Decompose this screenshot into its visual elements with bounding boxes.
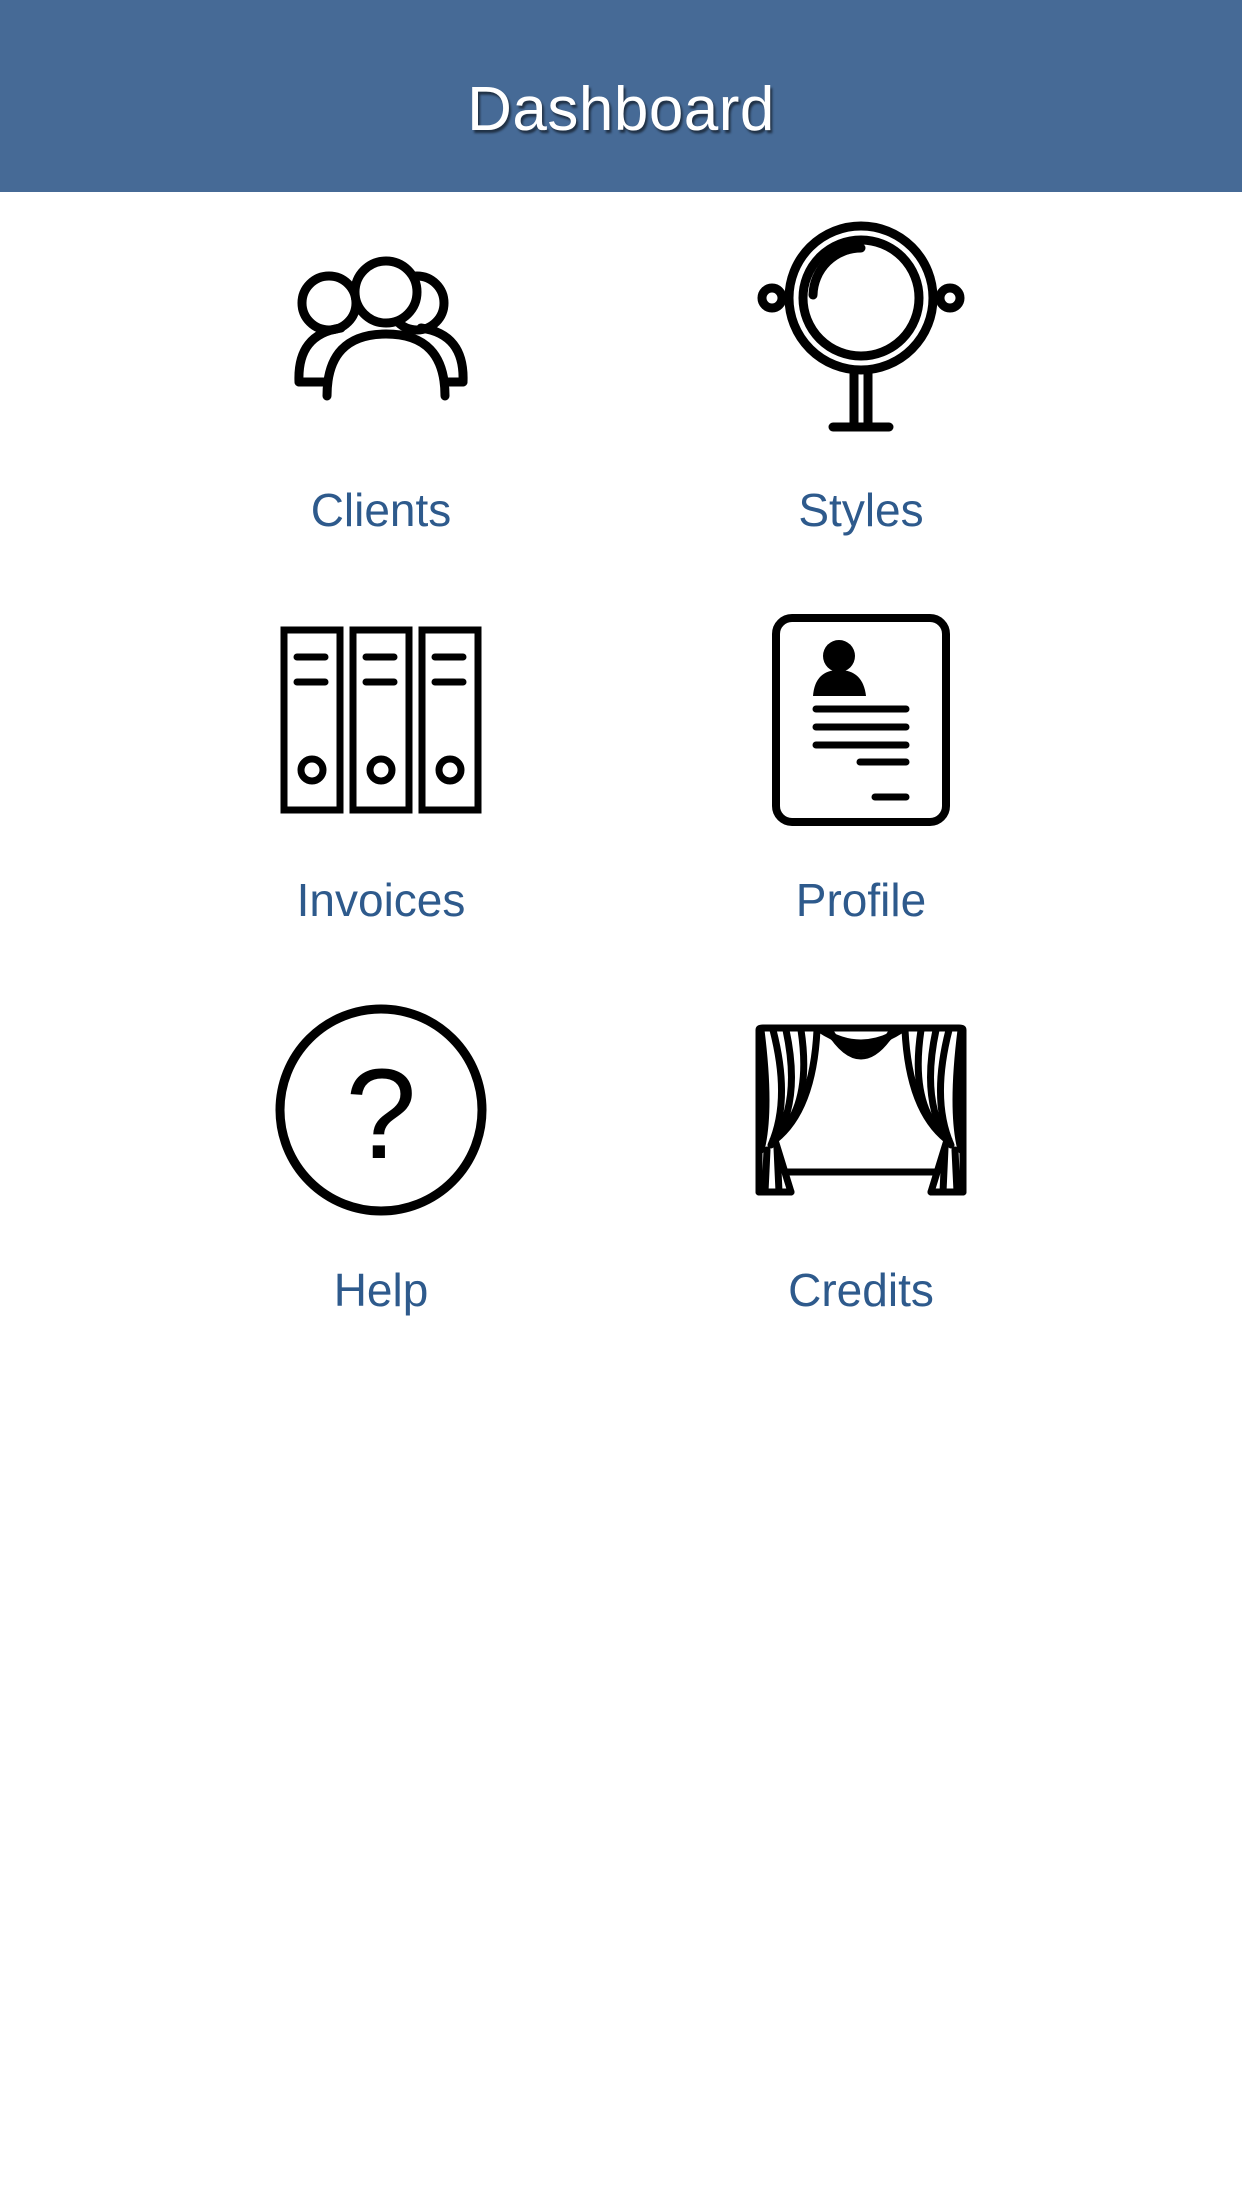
profile-card-icon — [772, 614, 950, 826]
profile-label: Profile — [795, 874, 927, 926]
binders-icon — [280, 626, 482, 814]
vanity-mirror-icon — [757, 221, 965, 432]
invoices-tile[interactable]: Invoices — [181, 600, 581, 930]
styles-label: Styles — [798, 484, 924, 536]
users-group-icon — [294, 256, 468, 401]
svg-text:?: ? — [345, 1043, 416, 1186]
credits-label: Credits — [788, 1264, 934, 1316]
clients-label: Clients — [310, 484, 452, 536]
credits-tile[interactable]: Credits — [661, 990, 1061, 1320]
styles-tile[interactable]: Styles — [661, 210, 1061, 540]
invoices-label: Invoices — [296, 874, 466, 926]
page-title: Dashboard — [467, 74, 775, 144]
help-label: Help — [333, 1264, 429, 1316]
help-tile[interactable]: ? Help — [181, 990, 581, 1320]
header-bar: Dashboard — [0, 0, 1242, 192]
clients-tile[interactable]: Clients — [181, 210, 581, 540]
stage-curtain-icon — [755, 1024, 967, 1196]
profile-tile[interactable]: Profile — [661, 600, 1061, 930]
help-circle-icon: ? — [275, 1004, 487, 1216]
